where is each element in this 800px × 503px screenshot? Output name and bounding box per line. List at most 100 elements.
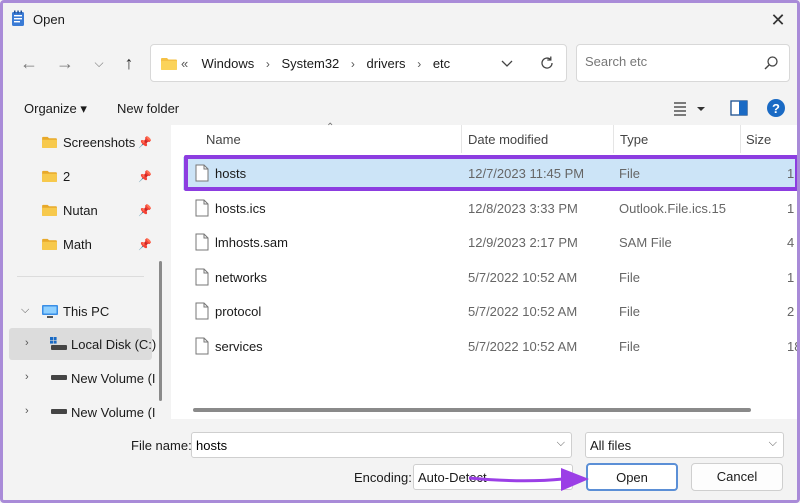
folder-icon — [161, 58, 177, 70]
view-options-icon[interactable] — [671, 98, 691, 118]
file-row-lmhosts-sam[interactable]: lmhosts.sam 12/9/2023 2:17 PM SAM File 4 — [183, 226, 795, 259]
drive-icon — [51, 409, 67, 414]
column-header-label: Type — [620, 132, 649, 147]
navigation-pane[interactable]: Screenshots 📌 2 📌 Nutan 📌 Math 📌 ⌵ This … — [3, 125, 166, 419]
file-name-combobox[interactable]: ⌵ — [191, 432, 572, 458]
open-button[interactable]: Open — [586, 463, 678, 491]
nav-item-new-volume-1[interactable]: › New Volume (I — [3, 362, 156, 394]
breadcrumb-drivers[interactable]: drivers — [367, 56, 406, 71]
pin-icon[interactable]: 📌 — [138, 204, 152, 217]
address-history-chevron-icon[interactable] — [499, 55, 515, 71]
encoding-select[interactable]: Auto-Detect — [413, 464, 573, 490]
column-header-label: Name — [206, 132, 241, 147]
nav-item-label: Local Disk (C:) — [71, 337, 157, 352]
file-name-input[interactable] — [196, 438, 536, 453]
file-icon — [195, 164, 209, 182]
file-name: protocol — [215, 304, 262, 319]
expand-chevron-right-icon[interactable]: › — [25, 405, 29, 417]
view-chevron-down-icon[interactable] — [695, 98, 707, 118]
file-size: 1 — [787, 166, 795, 181]
file-icon — [195, 337, 209, 355]
recent-locations-chevron-icon[interactable]: ⌵ — [87, 51, 111, 75]
breadcrumb-windows[interactable]: Windows — [201, 56, 254, 71]
expand-chevron-right-icon[interactable]: › — [25, 337, 29, 349]
chevron-down-icon[interactable]: ⌵ — [557, 437, 565, 450]
file-type: File — [619, 304, 640, 319]
up-arrow-icon[interactable]: ↑ — [117, 51, 141, 75]
file-list[interactable]: ⌃ Name Date modified Type Size hosts 12/… — [171, 122, 797, 419]
nav-item-label: Nutan — [63, 203, 98, 218]
search-icon[interactable] — [763, 55, 779, 71]
file-row-hosts-ics[interactable]: hosts.ics 12/8/2023 3:33 PM Outlook.File… — [183, 192, 795, 225]
pin-icon[interactable]: 📌 — [138, 238, 152, 251]
expand-chevron-down-icon[interactable]: ⌵ — [21, 304, 29, 317]
breadcrumb-separator-icon[interactable]: › — [417, 57, 421, 71]
title-bar: Open ✕ — [3, 3, 797, 37]
windows-drive-icon — [50, 337, 67, 350]
file-date: 5/7/2022 10:52 AM — [468, 270, 578, 285]
file-date: 12/8/2023 3:33 PM — [468, 201, 578, 216]
file-row-networks[interactable]: networks 5/7/2022 10:52 AM File 1 — [183, 261, 795, 294]
nav-item-this-pc[interactable]: ⌵ This PC — [3, 295, 153, 327]
nav-item-label: New Volume (I — [71, 405, 156, 419]
file-type: File — [619, 270, 640, 285]
file-size: 1 — [787, 201, 795, 216]
back-arrow-icon[interactable]: ← — [17, 51, 41, 75]
search-box[interactable] — [576, 44, 790, 82]
close-icon[interactable]: ✕ — [767, 9, 789, 31]
navigation-scrollbar[interactable] — [159, 261, 162, 401]
address-bar[interactable]: « Windows › System32 › drivers › etc — [150, 44, 567, 82]
horizontal-scrollbar[interactable] — [193, 408, 751, 412]
drive-icon — [51, 375, 67, 380]
file-row-protocol[interactable]: protocol 5/7/2022 10:52 AM File 2 — [183, 295, 795, 328]
chevron-down-icon[interactable]: ⌵ — [769, 437, 777, 450]
column-header-size[interactable]: Size — [741, 125, 797, 153]
breadcrumb-overflow[interactable]: « — [181, 56, 188, 71]
expand-chevron-right-icon[interactable]: › — [25, 371, 29, 383]
breadcrumb-separator-icon[interactable]: › — [351, 57, 355, 71]
nav-item-nutan[interactable]: Nutan 📌 — [3, 194, 153, 226]
nav-item-label: This PC — [63, 304, 110, 319]
nav-item-math[interactable]: Math 📌 — [3, 228, 153, 260]
pin-icon[interactable]: 📌 — [138, 170, 152, 183]
preview-pane-icon[interactable] — [729, 98, 749, 118]
nav-item-screenshots[interactable]: Screenshots 📌 — [3, 126, 153, 158]
window-title: Open — [33, 12, 65, 27]
file-type: SAM File — [619, 235, 672, 250]
organize-button[interactable]: Organize ▾ — [24, 101, 87, 117]
file-type-filter-select[interactable]: All files ⌵ — [585, 432, 784, 458]
folder-icon — [42, 170, 57, 182]
file-icon — [195, 268, 209, 286]
file-date: 12/7/2023 11:45 PM — [468, 166, 585, 181]
file-type: File — [619, 339, 640, 354]
file-size: 2 — [787, 304, 795, 319]
folder-icon — [42, 238, 57, 250]
notepad-icon — [12, 10, 24, 26]
file-row-hosts[interactable]: hosts 12/7/2023 11:45 PM File 1 — [183, 157, 795, 190]
forward-arrow-icon[interactable]: → — [53, 51, 77, 75]
file-row-services[interactable]: services 5/7/2022 10:52 AM File 18 — [183, 330, 797, 363]
nav-item-new-volume-2[interactable]: › New Volume (I — [3, 396, 156, 419]
file-date: 5/7/2022 10:52 AM — [468, 304, 578, 319]
search-input[interactable] — [585, 54, 755, 69]
nav-item-label: Math — [63, 237, 92, 252]
dialog-footer: File name: ⌵ All files ⌵ Encoding: Auto-… — [3, 421, 797, 500]
breadcrumb-etc[interactable]: etc — [433, 56, 450, 71]
file-name: services — [215, 339, 263, 354]
computer-icon — [42, 305, 58, 318]
file-name: lmhosts.sam — [215, 235, 288, 250]
cancel-button[interactable]: Cancel — [691, 463, 783, 491]
nav-item-2[interactable]: 2 📌 — [3, 160, 153, 192]
column-header-date[interactable]: Date modified — [462, 125, 612, 153]
pin-icon[interactable]: 📌 — [138, 136, 152, 149]
column-header-type[interactable]: Type — [614, 125, 739, 153]
nav-item-local-disk-c[interactable]: › Local Disk (C:) — [9, 328, 156, 360]
refresh-icon[interactable] — [538, 54, 556, 72]
nav-item-label: Screenshots — [63, 135, 136, 150]
help-icon[interactable]: ? — [766, 98, 786, 118]
breadcrumb-system32[interactable]: System32 — [281, 56, 339, 71]
column-header-name[interactable]: Name — [171, 125, 461, 153]
new-folder-button[interactable]: New folder — [117, 101, 179, 116]
breadcrumb-separator-icon[interactable]: › — [266, 57, 270, 71]
encoding-value: Auto-Detect — [418, 470, 487, 485]
